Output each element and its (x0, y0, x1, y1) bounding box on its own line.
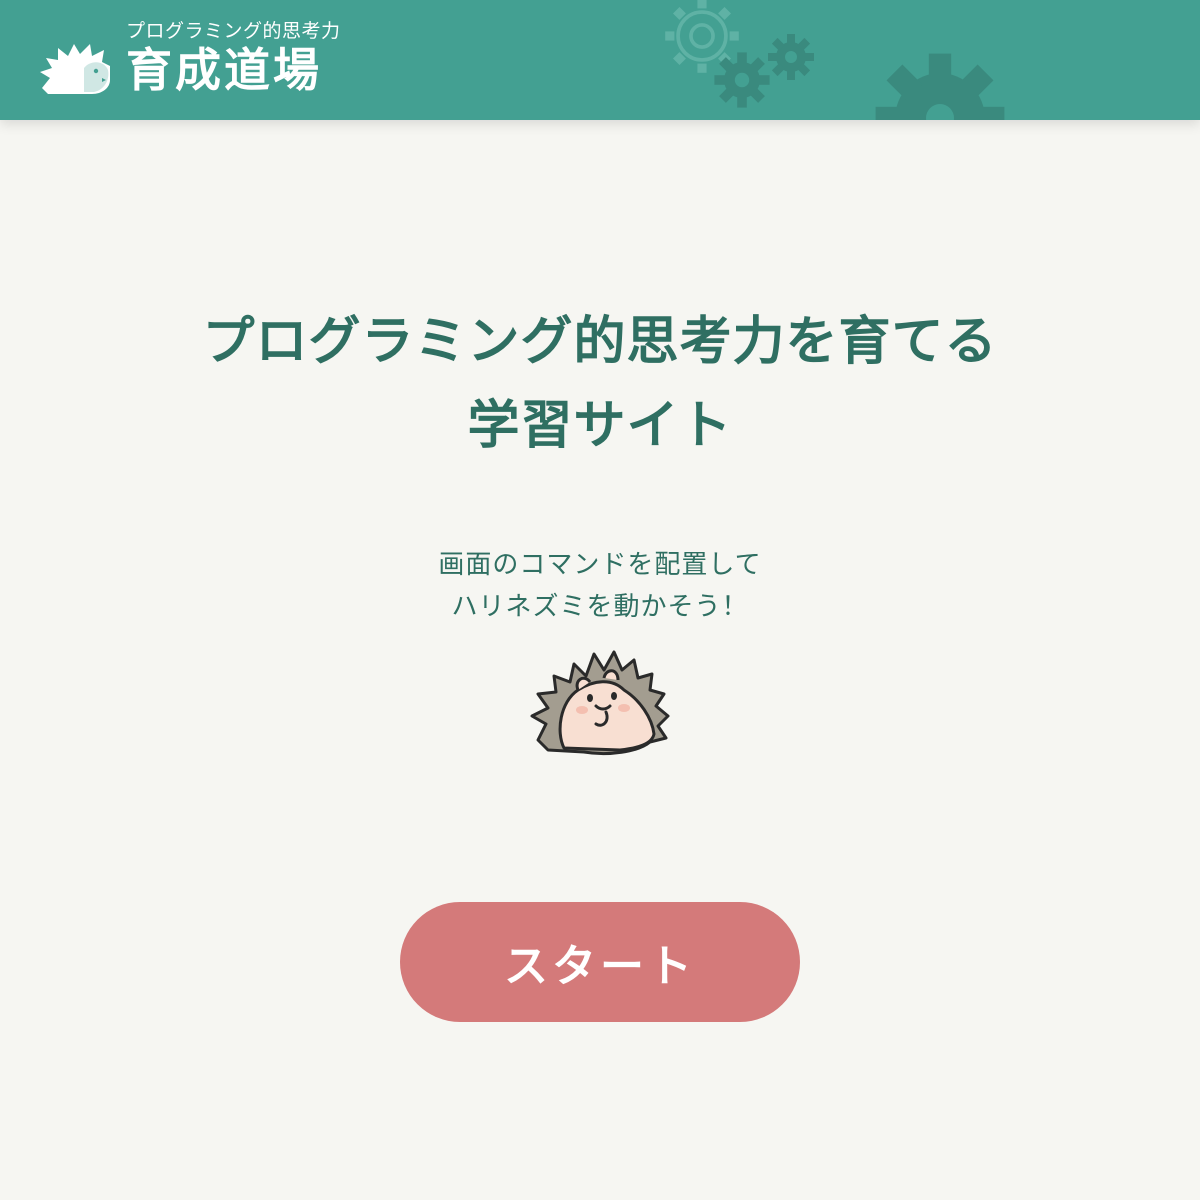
title-line-2: 学習サイト (467, 396, 733, 456)
gear-small-icon (768, 34, 814, 80)
hedgehog-logo-icon (40, 44, 110, 94)
gear-large-icon (875, 53, 1005, 120)
title-line-1: プログラミング的思考力を育てる (202, 312, 998, 372)
hedgehog-mascot-icon (530, 650, 670, 756)
logo-title: 育成道場 (126, 43, 322, 97)
logo-subtitle: プログラミング的思考力 (126, 20, 341, 42)
site-header: プログラミング的思考力 育成道場 (0, 0, 1200, 120)
site-logo[interactable]: プログラミング的思考力 育成道場 (38, 20, 341, 98)
start-button[interactable]: スタート (400, 902, 800, 1022)
description-line-1: 画面のコマンドを配置して (438, 550, 762, 580)
main-content: プログラミング的思考力を育てる 学習サイト 画面のコマンドを配置して ハリネズミ… (0, 120, 1200, 1200)
gear-small-icon (714, 52, 770, 108)
description: 画面のコマンドを配置して ハリネズミを動かそう！ (300, 544, 900, 628)
page-title: プログラミング的思考力を育てる 学習サイト (100, 300, 1100, 468)
description-line-2: ハリネズミを動かそう！ (451, 592, 749, 622)
